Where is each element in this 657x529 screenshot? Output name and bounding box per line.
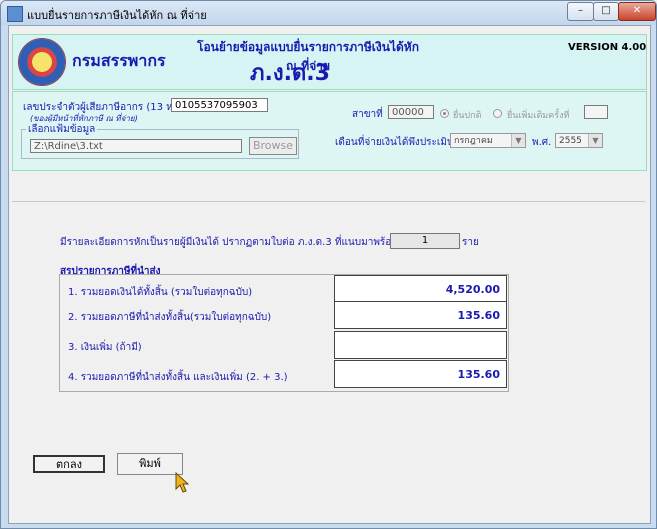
revenue-department-seal-icon [18, 38, 66, 86]
year-label: พ.ศ. [532, 137, 552, 148]
radio-additional[interactable] [493, 109, 502, 118]
print-button[interactable]: พิมพ์ [117, 453, 183, 475]
count-unit: ราย [462, 237, 479, 248]
app-icon [7, 6, 23, 22]
month-label: เดือนที่จ่ายเงินได้พึงประเมิน [335, 137, 454, 148]
year-value: 2555 [559, 136, 582, 146]
radio-normal-label: ยื่นปกติ [453, 111, 482, 121]
version-label: VERSION 4.00 [568, 42, 647, 53]
minimize-button[interactable]: – [567, 2, 594, 21]
row-value-4: 135.60 [334, 360, 507, 388]
row-label-4: 4. รวมยอดภาษีที่นำส่งทั้งสิ้น และเงินเพิ… [68, 372, 288, 383]
window-title: แบบยื่นรายการภาษีเงินได้หัก ณ ที่จ่าย [27, 9, 207, 22]
ok-button[interactable]: ตกลง [33, 455, 105, 473]
radio-additional-label: ยื่นเพิ่มเติมครั้งที่ [507, 111, 570, 121]
branch-label: สาขาที่ [352, 109, 383, 120]
row-value-3[interactable] [334, 331, 507, 359]
close-button[interactable]: ✕ [618, 2, 656, 21]
year-select[interactable]: 2555 ▼ [555, 133, 603, 148]
month-value: กรกฎาคม [454, 136, 493, 146]
row-label-3: 3. เงินเพิ่ม (ถ้ามี) [68, 342, 142, 353]
file-path-field[interactable]: Z:\Rdine\3.txt [30, 139, 242, 153]
summary-intro: มีรายละเอียดการหักเป็นรายผู้มีเงินได้ ปร… [60, 237, 446, 248]
divider [12, 201, 645, 202]
form-name: ภ.ง.ด.3 [250, 61, 330, 86]
branch-field[interactable]: 00000 [388, 105, 434, 119]
month-select[interactable]: กรกฎาคม ▼ [450, 133, 526, 148]
radio-normal[interactable] [440, 109, 449, 118]
mouse-cursor-icon [175, 472, 189, 493]
row-label-2: 2. รวมยอดภาษีที่นำส่งทั้งสิ้น(รวมใบต่อทุ… [68, 312, 272, 323]
title-bar: แบบยื่นรายการภาษีเงินได้หัก ณ ที่จ่าย – … [1, 1, 656, 25]
chevron-down-icon: ▼ [511, 134, 525, 147]
count-field: 1 [390, 233, 460, 249]
tax-id-field[interactable]: 0105537095903 [171, 98, 268, 112]
row-label-1: 1. รวมยอดเงินได้ทั้งสิ้น (รวมใบต่อทุกฉบั… [68, 287, 253, 298]
additional-count-field[interactable] [584, 105, 608, 119]
org-name: กรมสรรพากร [72, 51, 166, 70]
maximize-button[interactable]: □ [593, 2, 619, 21]
browse-button[interactable]: Browse [249, 137, 297, 155]
chevron-down-icon: ▼ [588, 134, 602, 147]
row-value-2: 135.60 [334, 301, 507, 329]
file-group-label: เลือกแฟ้มข้อมูล [26, 122, 98, 137]
row-value-1: 4,520.00 [334, 275, 507, 303]
